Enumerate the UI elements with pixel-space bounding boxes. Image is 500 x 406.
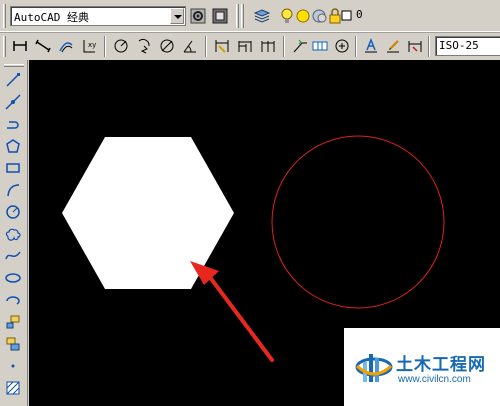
toolbar-grip[interactable]	[3, 36, 6, 57]
jogged-button[interactable]	[134, 36, 154, 56]
arc-icon	[7, 184, 20, 197]
ellipse-icon	[5, 273, 21, 283]
separator	[355, 36, 357, 57]
layer-properties-button[interactable]	[252, 6, 272, 26]
workspace-settings-icon	[190, 8, 206, 24]
aligned-dim-icon	[35, 39, 51, 53]
quick-dim-button[interactable]	[212, 36, 232, 56]
baseline-icon	[238, 41, 252, 52]
watermark: 土木工程网 www.civilcn.com	[344, 328, 500, 406]
toolbar-grip[interactable]	[241, 4, 244, 28]
ellipse-arc-icon	[6, 296, 20, 305]
diameter-button[interactable]	[157, 36, 177, 56]
customize-icon	[212, 8, 228, 24]
quick-leader-icon	[293, 39, 307, 53]
separator	[283, 36, 285, 57]
point-icon	[11, 364, 15, 368]
hexagon-shape[interactable]	[62, 137, 234, 289]
dim-update-icon	[408, 41, 422, 52]
ellipse-button[interactable]	[3, 268, 23, 288]
arrow-shaft	[207, 274, 274, 362]
continue-icon	[261, 41, 275, 52]
dim-text-edit-icon	[387, 40, 399, 53]
diameter-icon	[160, 39, 174, 53]
make-block-button[interactable]	[3, 334, 23, 354]
spline-icon	[5, 251, 21, 260]
rectangle-button[interactable]	[3, 158, 23, 178]
linear-dim-icon	[13, 41, 27, 51]
hatch-button[interactable]	[3, 378, 23, 398]
hatch-icon	[6, 381, 20, 395]
arc-button[interactable]	[3, 180, 23, 200]
radius-button[interactable]	[111, 36, 131, 56]
quick-leader-button[interactable]	[290, 36, 310, 56]
layer-properties-icon	[254, 9, 270, 23]
aligned-dim-button[interactable]	[33, 36, 53, 56]
dimension-toolbar: xy ISO-25	[0, 32, 500, 59]
watermark-brand: 土木工程网	[396, 355, 486, 375]
quick-dim-icon	[215, 40, 229, 53]
layer-color-swatch[interactable]	[341, 6, 353, 26]
baseline-button[interactable]	[235, 36, 255, 56]
color-swatch-icon	[341, 10, 352, 21]
workspace-combo[interactable]: AutoCAD 经典	[10, 6, 186, 26]
separator	[428, 36, 430, 57]
center-mark-button[interactable]	[332, 36, 352, 56]
workspace-settings-button[interactable]	[188, 6, 208, 26]
linear-dim-button[interactable]	[10, 36, 30, 56]
dim-edit-icon	[365, 38, 377, 53]
customize-button[interactable]	[210, 6, 230, 26]
point-button[interactable]	[3, 356, 23, 376]
workspace-value: AutoCAD 经典	[14, 11, 89, 24]
rectangle-icon	[6, 163, 20, 173]
polyline-icon	[7, 121, 19, 129]
ordinate-button[interactable]: xy	[79, 36, 99, 56]
spline-button[interactable]	[3, 246, 23, 266]
polygon-button[interactable]	[3, 136, 23, 156]
center-mark-icon	[335, 39, 349, 53]
dimstyle-combo[interactable]: ISO-25	[435, 36, 500, 56]
circle-shape[interactable]	[271, 135, 445, 309]
dim-update-button[interactable]	[405, 36, 425, 56]
construction-line-button[interactable]	[3, 92, 23, 112]
revcloud-button[interactable]	[3, 224, 23, 244]
workspaces-toolbar: AutoCAD 经典 0	[0, 0, 500, 32]
watermark-url: www.civilcn.com	[398, 374, 471, 385]
jogged-icon	[138, 39, 150, 54]
polyline-button[interactable]	[3, 114, 23, 134]
angular-button[interactable]	[180, 36, 200, 56]
radius-icon	[114, 39, 128, 53]
toolbar-grip[interactable]	[236, 4, 239, 28]
toolbar-grip[interactable]	[3, 4, 6, 28]
tolerance-button[interactable]	[310, 36, 330, 56]
separator	[104, 36, 106, 57]
separator	[205, 36, 207, 57]
draw-toolbar	[0, 60, 28, 406]
chevron-down-icon[interactable]	[170, 8, 184, 24]
tolerance-icon	[312, 41, 328, 51]
toolbar-grip[interactable]	[4, 64, 24, 67]
make-block-icon	[6, 337, 20, 351]
polygon-icon	[6, 139, 20, 153]
ellipse-arc-button[interactable]	[3, 290, 23, 310]
dim-edit-button[interactable]	[361, 36, 381, 56]
insert-block-button[interactable]	[3, 312, 23, 332]
dim-text-edit-button[interactable]	[383, 36, 403, 56]
circle-icon	[6, 205, 20, 219]
continue-button[interactable]	[258, 36, 278, 56]
dimstyle-value: ISO-25	[439, 39, 479, 52]
insert-block-icon	[6, 315, 20, 329]
arc-length-icon	[59, 42, 73, 53]
ordinate-icon: xy	[83, 40, 96, 53]
revcloud-icon	[5, 228, 21, 241]
layer-name: 0	[356, 8, 363, 21]
civilcn-logo-icon	[355, 354, 393, 382]
line-button[interactable]	[3, 70, 23, 90]
construction-line-icon	[5, 94, 21, 110]
arc-length-button[interactable]	[56, 36, 76, 56]
circle-button[interactable]	[3, 202, 23, 222]
line-icon	[6, 73, 20, 87]
svg-text:xy: xy	[88, 41, 96, 49]
angular-icon	[183, 40, 196, 53]
